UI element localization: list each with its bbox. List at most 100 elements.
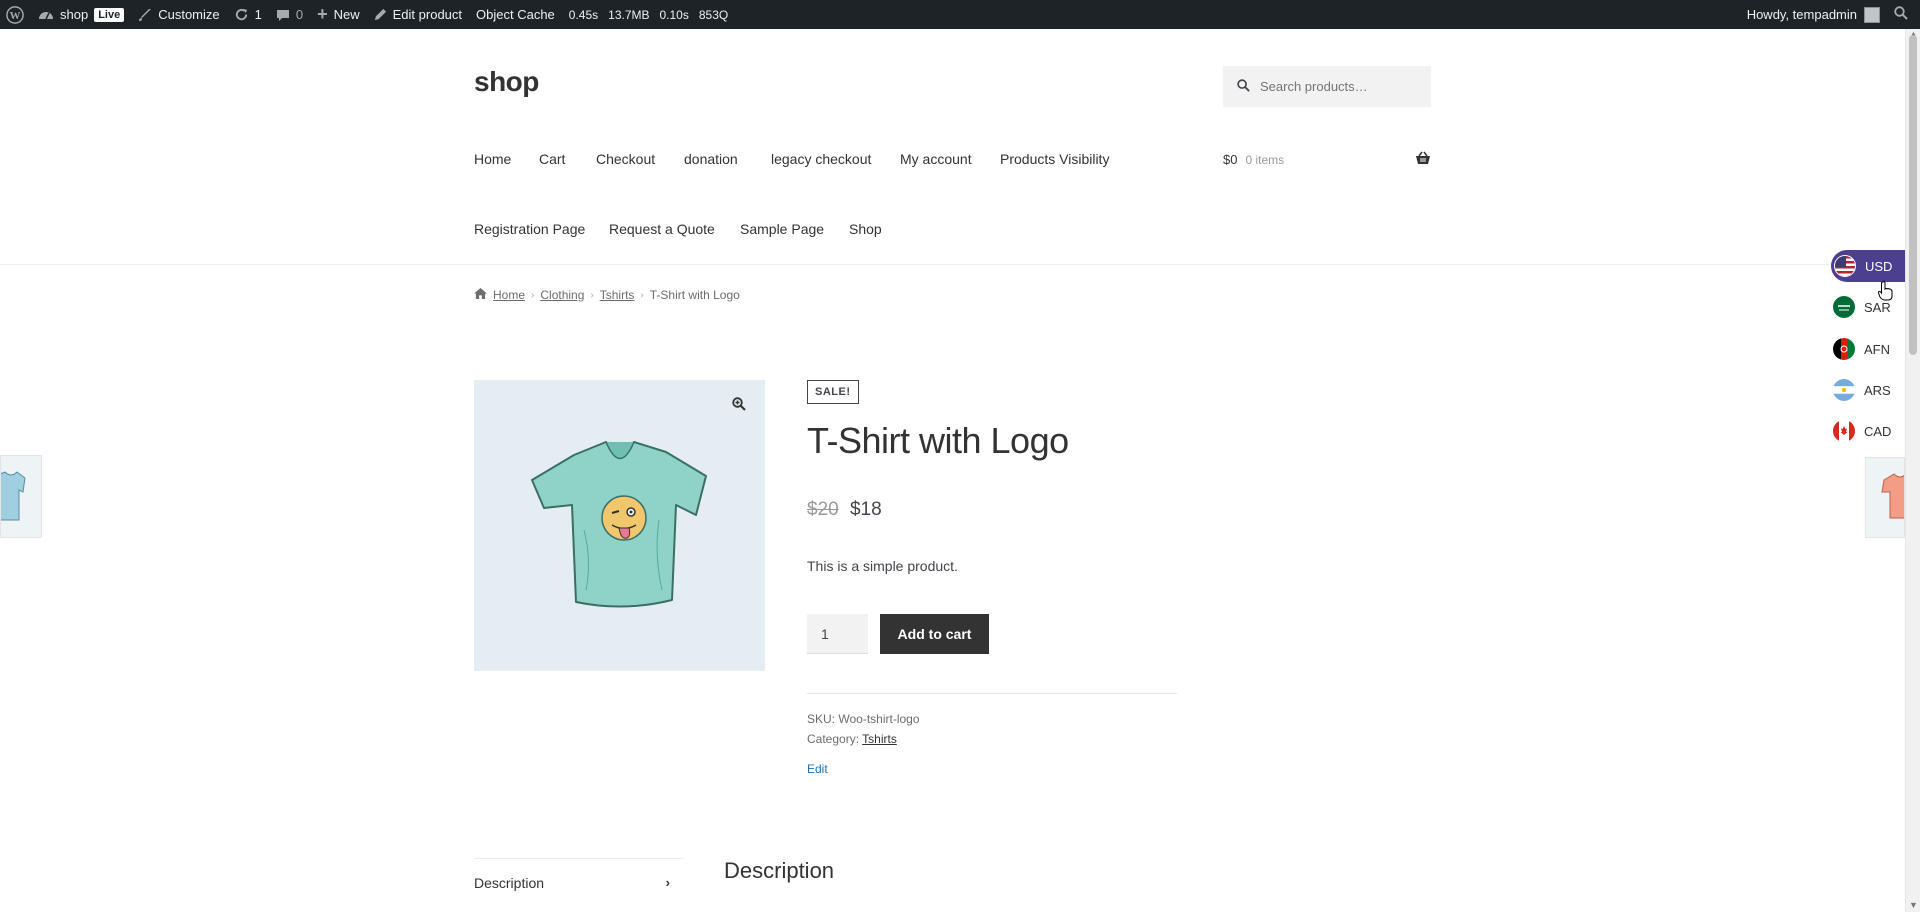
product-title: T-Shirt with Logo xyxy=(807,420,1069,461)
breadcrumb-tshirts[interactable]: Tshirts xyxy=(600,288,635,302)
perf-db-time: 0.10s xyxy=(659,7,689,22)
short-description: This is a simple product. xyxy=(807,558,958,574)
howdy-label: Howdy, tempadmin xyxy=(1746,7,1857,22)
cart-amount: $0 xyxy=(1223,152,1238,167)
updates-button[interactable]: 1 xyxy=(227,0,269,29)
breadcrumb-separator: › xyxy=(531,289,535,301)
tab-description[interactable]: Description › xyxy=(474,858,684,906)
currency-cad[interactable]: CAD xyxy=(1833,415,1891,447)
dashboard-icon xyxy=(38,8,54,22)
currency-cad-label: CAD xyxy=(1864,423,1892,439)
nav-sample-page[interactable]: Sample Page xyxy=(740,221,824,237)
refresh-icon xyxy=(234,7,249,22)
nav-registration-page[interactable]: Registration Page xyxy=(474,221,585,237)
nav-legacy-checkout[interactable]: legacy checkout xyxy=(771,151,871,167)
site-title[interactable]: shop xyxy=(474,66,539,98)
category-link[interactable]: Tshirts xyxy=(862,732,897,746)
avatar xyxy=(1864,6,1880,23)
nav-products-visibility[interactable]: Products Visibility xyxy=(1000,151,1109,167)
nav-checkout[interactable]: Checkout xyxy=(596,151,655,167)
brush-icon xyxy=(138,8,152,22)
tshirt-thumb-icon xyxy=(1,471,26,521)
category-label: Category: xyxy=(807,732,860,746)
product-meta: SKU: Woo-tshirt-logo Category: Tshirts xyxy=(807,709,920,749)
updates-count: 1 xyxy=(254,7,262,22)
new-label: New xyxy=(333,7,360,22)
scroll-down-arrow-icon[interactable]: ▼ xyxy=(1909,900,1918,910)
us-flag-icon xyxy=(1834,255,1856,277)
perf-queries: 853Q xyxy=(698,7,729,22)
comments-button[interactable]: 0 xyxy=(269,0,310,29)
home-icon xyxy=(474,288,487,302)
argentina-flag-icon xyxy=(1833,379,1855,401)
breadcrumb-current: T-Shirt with Logo xyxy=(649,288,740,302)
nav-cart[interactable]: Cart xyxy=(539,151,565,167)
comment-icon xyxy=(276,8,290,22)
currency-afn[interactable]: AFN xyxy=(1833,333,1890,365)
meta-divider xyxy=(807,693,1177,694)
nav-donation[interactable]: donation xyxy=(684,151,738,167)
nav-my-account[interactable]: My account xyxy=(900,151,972,167)
page-scrollbar[interactable]: ▲ ▼ xyxy=(1905,29,1920,912)
query-monitor-button[interactable]: 0.45s 13.7MB 0.10s 853Q xyxy=(562,0,745,29)
comments-count: 0 xyxy=(295,7,304,22)
next-product-thumbnail[interactable] xyxy=(1865,457,1905,538)
basket-icon xyxy=(1415,151,1431,168)
nav-home[interactable]: Home xyxy=(474,151,511,167)
search-icon xyxy=(1237,78,1250,95)
cart-count: 0 items xyxy=(1245,152,1285,167)
new-content-button[interactable]: + New xyxy=(310,0,367,29)
plus-icon: + xyxy=(317,4,328,24)
tshirt-illustration xyxy=(531,441,707,608)
breadcrumb-separator: › xyxy=(590,289,594,301)
product-search[interactable] xyxy=(1223,66,1431,107)
zoom-icon[interactable] xyxy=(729,394,749,414)
object-cache-label: Object Cache xyxy=(476,7,555,22)
sku-value: Woo-tshirt-logo xyxy=(838,712,920,726)
tshirt-thumb-icon xyxy=(1881,473,1904,519)
description-heading: Description xyxy=(724,858,835,883)
scrollbar-thumb[interactable] xyxy=(1909,35,1917,355)
edit-product-link[interactable]: Edit xyxy=(807,762,828,776)
chevron-right-icon: › xyxy=(665,875,670,890)
previous-product-thumbnail[interactable] xyxy=(0,455,42,538)
customize-label: Customize xyxy=(158,7,220,22)
nav-request-a-quote[interactable]: Request a Quote xyxy=(609,221,715,237)
nav-shop[interactable]: Shop xyxy=(849,221,882,237)
search-input[interactable] xyxy=(1260,79,1420,94)
breadcrumb-home[interactable]: Home xyxy=(493,288,525,302)
product-image[interactable] xyxy=(474,380,765,671)
search-icon xyxy=(1894,6,1908,23)
saudi-flag-icon xyxy=(1833,296,1855,318)
currency-ars[interactable]: ARS xyxy=(1833,374,1891,406)
category-row: Category: Tshirts xyxy=(807,729,920,749)
site-name-menu[interactable]: shop Live xyxy=(31,0,131,29)
site-name-label: shop xyxy=(60,7,89,22)
customize-button[interactable]: Customize xyxy=(131,0,226,29)
breadcrumb-separator: › xyxy=(640,289,644,301)
add-to-cart-button[interactable]: Add to cart xyxy=(880,614,989,654)
wp-admin-bar: W shop Live Customize 1 0 + New Edit pro… xyxy=(0,0,1920,29)
breadcrumb: Home › Clothing › Tshirts › T-Shirt with… xyxy=(474,288,740,302)
edit-product-label: Edit product xyxy=(392,7,463,22)
header-cart[interactable]: $0 0 items xyxy=(1223,151,1431,168)
product-price: $20 $18 xyxy=(807,499,882,521)
sale-badge: SALE! xyxy=(807,380,859,404)
currency-usd-label: USD xyxy=(1865,258,1893,274)
sku-row: SKU: Woo-tshirt-logo xyxy=(807,709,920,729)
sku-label: SKU: xyxy=(807,712,836,726)
sale-price: $18 xyxy=(849,499,882,520)
svg-text:W: W xyxy=(10,10,21,22)
object-cache-button[interactable]: Object Cache xyxy=(469,0,562,29)
currency-usd[interactable]: USD xyxy=(1831,250,1907,282)
canada-flag-icon xyxy=(1833,420,1855,442)
quantity-input[interactable] xyxy=(807,614,868,654)
breadcrumb-clothing[interactable]: Clothing xyxy=(540,288,584,302)
edit-product-button[interactable]: Edit product xyxy=(367,0,469,29)
afghanistan-flag-icon xyxy=(1833,338,1855,360)
wordpress-logo-button[interactable]: W xyxy=(0,0,31,29)
adminbar-search-button[interactable] xyxy=(1887,0,1920,29)
perf-time: 0.45s xyxy=(568,7,599,22)
my-account-menu[interactable]: Howdy, tempadmin xyxy=(1740,0,1887,29)
live-badge: Live xyxy=(94,7,125,22)
